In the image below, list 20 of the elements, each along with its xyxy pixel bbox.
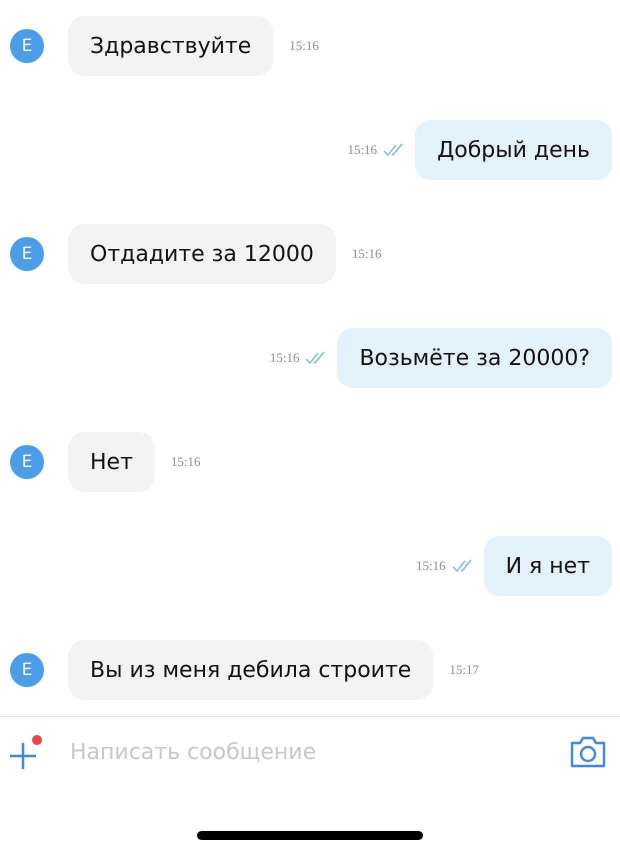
message-bubble: Отдадите за 12000 bbox=[68, 224, 336, 284]
message-bubble: Нет bbox=[68, 432, 155, 492]
message-bubble: И я нет bbox=[484, 536, 612, 596]
avatar[interactable]: E bbox=[10, 653, 44, 687]
message-time: 15:16 bbox=[352, 246, 382, 262]
avatar[interactable]: E bbox=[10, 29, 44, 63]
message-bubble: Здравствуйте bbox=[68, 16, 274, 76]
message-time: 15:16 bbox=[270, 350, 300, 366]
message-bubble: Возьмёте за 20000? bbox=[337, 328, 612, 388]
message-time: 15:16 bbox=[347, 142, 378, 158]
avatar[interactable]: E bbox=[10, 445, 44, 479]
message-input[interactable]: Написать сообщение bbox=[68, 738, 568, 766]
message-bubble: Добрый день bbox=[415, 120, 612, 180]
avatar[interactable]: E bbox=[10, 237, 44, 271]
message-time: 15:17 bbox=[449, 662, 479, 678]
message-time: 15:16 bbox=[170, 454, 201, 470]
camera-icon[interactable] bbox=[568, 735, 608, 769]
message-time: 15:16 bbox=[289, 38, 319, 54]
message-bubble: Вы из меня дебила строите bbox=[68, 640, 434, 700]
message-time: 15:16 bbox=[416, 558, 446, 574]
